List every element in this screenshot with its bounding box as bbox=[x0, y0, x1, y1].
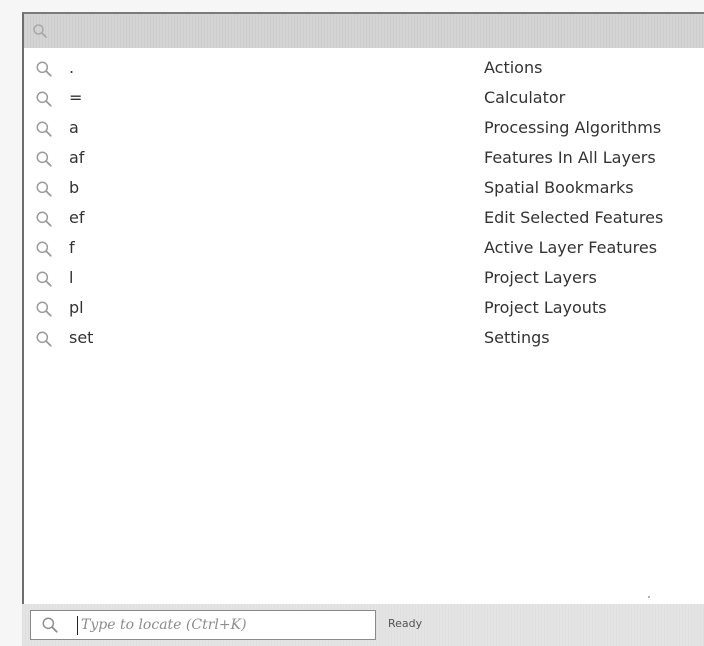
filter-description: Project Layers bbox=[484, 268, 597, 287]
search-icon bbox=[32, 23, 48, 43]
filter-row-project-layouts[interactable]: pl Project Layouts bbox=[24, 294, 704, 322]
filter-prefix: . bbox=[69, 58, 75, 77]
locator-input[interactable] bbox=[81, 614, 361, 636]
text-caret bbox=[77, 616, 78, 635]
filter-row-processing-algorithms[interactable]: a Processing Algorithms bbox=[24, 114, 704, 142]
search-icon bbox=[35, 329, 53, 357]
filter-description: Active Layer Features bbox=[484, 238, 658, 257]
search-icon bbox=[35, 209, 53, 237]
filter-description: Processing Algorithms bbox=[484, 118, 662, 137]
qgis-locator-window: . Actions = Calculator a Processing Algo… bbox=[0, 0, 704, 646]
locator-popup-header bbox=[24, 14, 704, 48]
search-icon bbox=[35, 299, 53, 327]
search-icon bbox=[35, 149, 53, 177]
filter-prefix: a bbox=[69, 118, 79, 137]
filter-row-settings[interactable]: set Settings bbox=[24, 324, 704, 352]
filter-row-edit-selected-features[interactable]: ef Edit Selected Features bbox=[24, 204, 704, 232]
filter-description: Actions bbox=[484, 58, 543, 77]
filter-description: Project Layouts bbox=[484, 298, 607, 317]
filter-row-actions[interactable]: . Actions bbox=[24, 54, 704, 82]
search-icon bbox=[41, 616, 59, 638]
filter-row-calculator[interactable]: = Calculator bbox=[24, 84, 704, 112]
filter-row-active-layer-features[interactable]: f Active Layer Features bbox=[24, 234, 704, 262]
filter-row-spatial-bookmarks[interactable]: b Spatial Bookmarks bbox=[24, 174, 704, 202]
locator-results-popup: . Actions = Calculator a Processing Algo… bbox=[22, 12, 704, 604]
filter-description: Features In All Layers bbox=[484, 148, 656, 167]
status-bar: Ready bbox=[22, 604, 704, 646]
filter-prefix: b bbox=[69, 178, 80, 197]
status-text: Ready bbox=[388, 617, 423, 630]
search-icon bbox=[35, 269, 53, 297]
filter-prefix: af bbox=[69, 148, 85, 167]
filter-row-features-in-all-layers[interactable]: af Features In All Layers bbox=[24, 144, 704, 172]
filter-prefix: f bbox=[69, 238, 75, 257]
search-icon bbox=[35, 239, 53, 267]
search-icon bbox=[35, 89, 53, 117]
filter-prefix: set bbox=[69, 328, 94, 347]
filter-description: Calculator bbox=[484, 88, 566, 107]
locator-search-box[interactable] bbox=[30, 610, 376, 640]
search-icon bbox=[35, 179, 53, 207]
search-icon bbox=[35, 59, 53, 87]
filter-prefix: l bbox=[69, 268, 74, 287]
scan-speck bbox=[648, 596, 650, 598]
filter-row-project-layers[interactable]: l Project Layers bbox=[24, 264, 704, 292]
search-icon bbox=[35, 119, 53, 147]
filter-description: Edit Selected Features bbox=[484, 208, 664, 227]
filter-description: Spatial Bookmarks bbox=[484, 178, 634, 197]
filter-description: Settings bbox=[484, 328, 550, 347]
filter-prefix: pl bbox=[69, 298, 84, 317]
filter-prefix: = bbox=[69, 88, 83, 107]
filter-prefix: ef bbox=[69, 208, 85, 227]
